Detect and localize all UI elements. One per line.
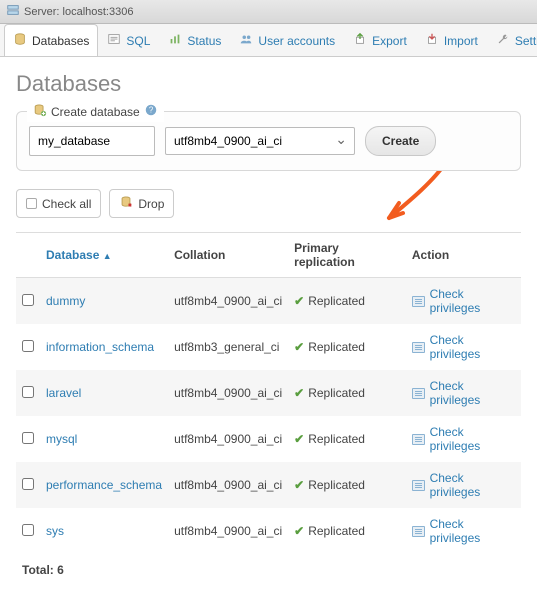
- total-count: Total: 6: [16, 554, 521, 586]
- row-checkbox[interactable]: [22, 386, 34, 398]
- create-database-fieldset: Create database ? utf8mb4_0900_ai_ci Cre…: [16, 111, 521, 171]
- check-privileges-link[interactable]: Check privileges: [412, 379, 515, 407]
- privileges-icon: [412, 480, 425, 491]
- svg-text:?: ?: [149, 106, 154, 115]
- tab-databases[interactable]: Databases: [4, 24, 98, 56]
- col-database[interactable]: Database ▲: [40, 233, 168, 278]
- privileges-icon: [412, 342, 425, 353]
- row-checkbox[interactable]: [22, 432, 34, 444]
- bulk-toolbar: Check all Drop: [16, 189, 521, 218]
- tab-bar: Databases SQL Status User accounts Expor…: [0, 24, 537, 57]
- export-icon: [353, 32, 367, 49]
- check-icon: ✔: [294, 432, 304, 446]
- replication-cell: ✔Replicated: [288, 278, 406, 325]
- row-checkbox[interactable]: [22, 294, 34, 306]
- privileges-icon: [412, 434, 425, 445]
- drop-icon: [119, 195, 133, 212]
- titlebar-label: Server: localhost:3306: [24, 6, 133, 18]
- checkbox-icon: [26, 198, 37, 209]
- tab-settings[interactable]: Settings: [487, 24, 537, 56]
- privileges-icon: [412, 296, 425, 307]
- replication-cell: ✔Replicated: [288, 370, 406, 416]
- users-icon: [239, 32, 253, 49]
- collation-cell: utf8mb4_0900_ai_ci: [168, 416, 288, 462]
- check-privileges-link[interactable]: Check privileges: [412, 471, 515, 499]
- col-replication: Primary replication: [288, 233, 406, 278]
- database-link[interactable]: sys: [46, 524, 64, 538]
- row-checkbox[interactable]: [22, 478, 34, 490]
- tab-user-accounts[interactable]: User accounts: [230, 24, 344, 56]
- db-add-icon: [33, 103, 47, 120]
- collation-cell: utf8mb3_general_ci: [168, 324, 288, 370]
- database-icon: [13, 32, 27, 49]
- row-checkbox[interactable]: [22, 340, 34, 352]
- check-all-button[interactable]: Check all: [16, 189, 101, 218]
- check-privileges-link[interactable]: Check privileges: [412, 287, 515, 315]
- tab-export[interactable]: Export: [344, 24, 416, 56]
- row-checkbox[interactable]: [22, 524, 34, 536]
- check-privileges-link[interactable]: Check privileges: [412, 425, 515, 453]
- privileges-icon: [412, 388, 425, 399]
- table-row: information_schema utf8mb3_general_ci✔Rep…: [16, 324, 521, 370]
- collation-cell: utf8mb4_0900_ai_ci: [168, 370, 288, 416]
- database-link[interactable]: laravel: [46, 386, 81, 400]
- content: Databases Create database ? utf8mb4_0900…: [0, 57, 537, 600]
- tab-sql[interactable]: SQL: [98, 24, 159, 56]
- collation-select[interactable]: utf8mb4_0900_ai_ci: [165, 127, 355, 155]
- sort-asc-icon: ▲: [103, 251, 112, 261]
- check-icon: ✔: [294, 386, 304, 400]
- tab-import[interactable]: Import: [416, 24, 487, 56]
- server-icon: [6, 3, 20, 20]
- database-link[interactable]: mysql: [46, 432, 77, 446]
- wrench-icon: [496, 32, 510, 49]
- database-link[interactable]: information_schema: [46, 340, 154, 354]
- check-privileges-link[interactable]: Check privileges: [412, 333, 515, 361]
- privileges-icon: [412, 526, 425, 537]
- import-icon: [425, 32, 439, 49]
- table-row: laravel utf8mb4_0900_ai_ci✔ReplicatedChec…: [16, 370, 521, 416]
- check-icon: ✔: [294, 478, 304, 492]
- create-button[interactable]: Create: [365, 126, 436, 156]
- database-link[interactable]: performance_schema: [46, 478, 162, 492]
- status-icon: [168, 32, 182, 49]
- table-row: performance_schema utf8mb4_0900_ai_ci✔Rep…: [16, 462, 521, 508]
- collation-cell: utf8mb4_0900_ai_ci: [168, 462, 288, 508]
- create-database-legend: Create database ?: [27, 101, 164, 122]
- databases-table: Database ▲ Collation Primary replication…: [16, 232, 521, 554]
- table-row: dummy utf8mb4_0900_ai_ci✔ReplicatedCheck …: [16, 278, 521, 325]
- col-collation[interactable]: Collation: [168, 233, 288, 278]
- database-name-input[interactable]: [29, 126, 155, 156]
- help-icon[interactable]: ?: [144, 103, 158, 120]
- drop-button[interactable]: Drop: [109, 189, 174, 218]
- replication-cell: ✔Replicated: [288, 462, 406, 508]
- replication-cell: ✔Replicated: [288, 416, 406, 462]
- titlebar: Server: localhost:3306: [0, 0, 537, 24]
- replication-cell: ✔Replicated: [288, 324, 406, 370]
- check-privileges-link[interactable]: Check privileges: [412, 517, 515, 545]
- col-action: Action: [406, 233, 521, 278]
- tab-status[interactable]: Status: [159, 24, 230, 56]
- table-row: mysql utf8mb4_0900_ai_ci✔ReplicatedCheck …: [16, 416, 521, 462]
- page-title: Databases: [16, 71, 521, 97]
- check-icon: ✔: [294, 524, 304, 538]
- sql-icon: [107, 32, 121, 49]
- check-icon: ✔: [294, 294, 304, 308]
- check-icon: ✔: [294, 340, 304, 354]
- collation-cell: utf8mb4_0900_ai_ci: [168, 278, 288, 325]
- replication-cell: ✔Replicated: [288, 508, 406, 554]
- database-link[interactable]: dummy: [46, 294, 85, 308]
- collation-cell: utf8mb4_0900_ai_ci: [168, 508, 288, 554]
- table-row: sys utf8mb4_0900_ai_ci✔ReplicatedCheck pr…: [16, 508, 521, 554]
